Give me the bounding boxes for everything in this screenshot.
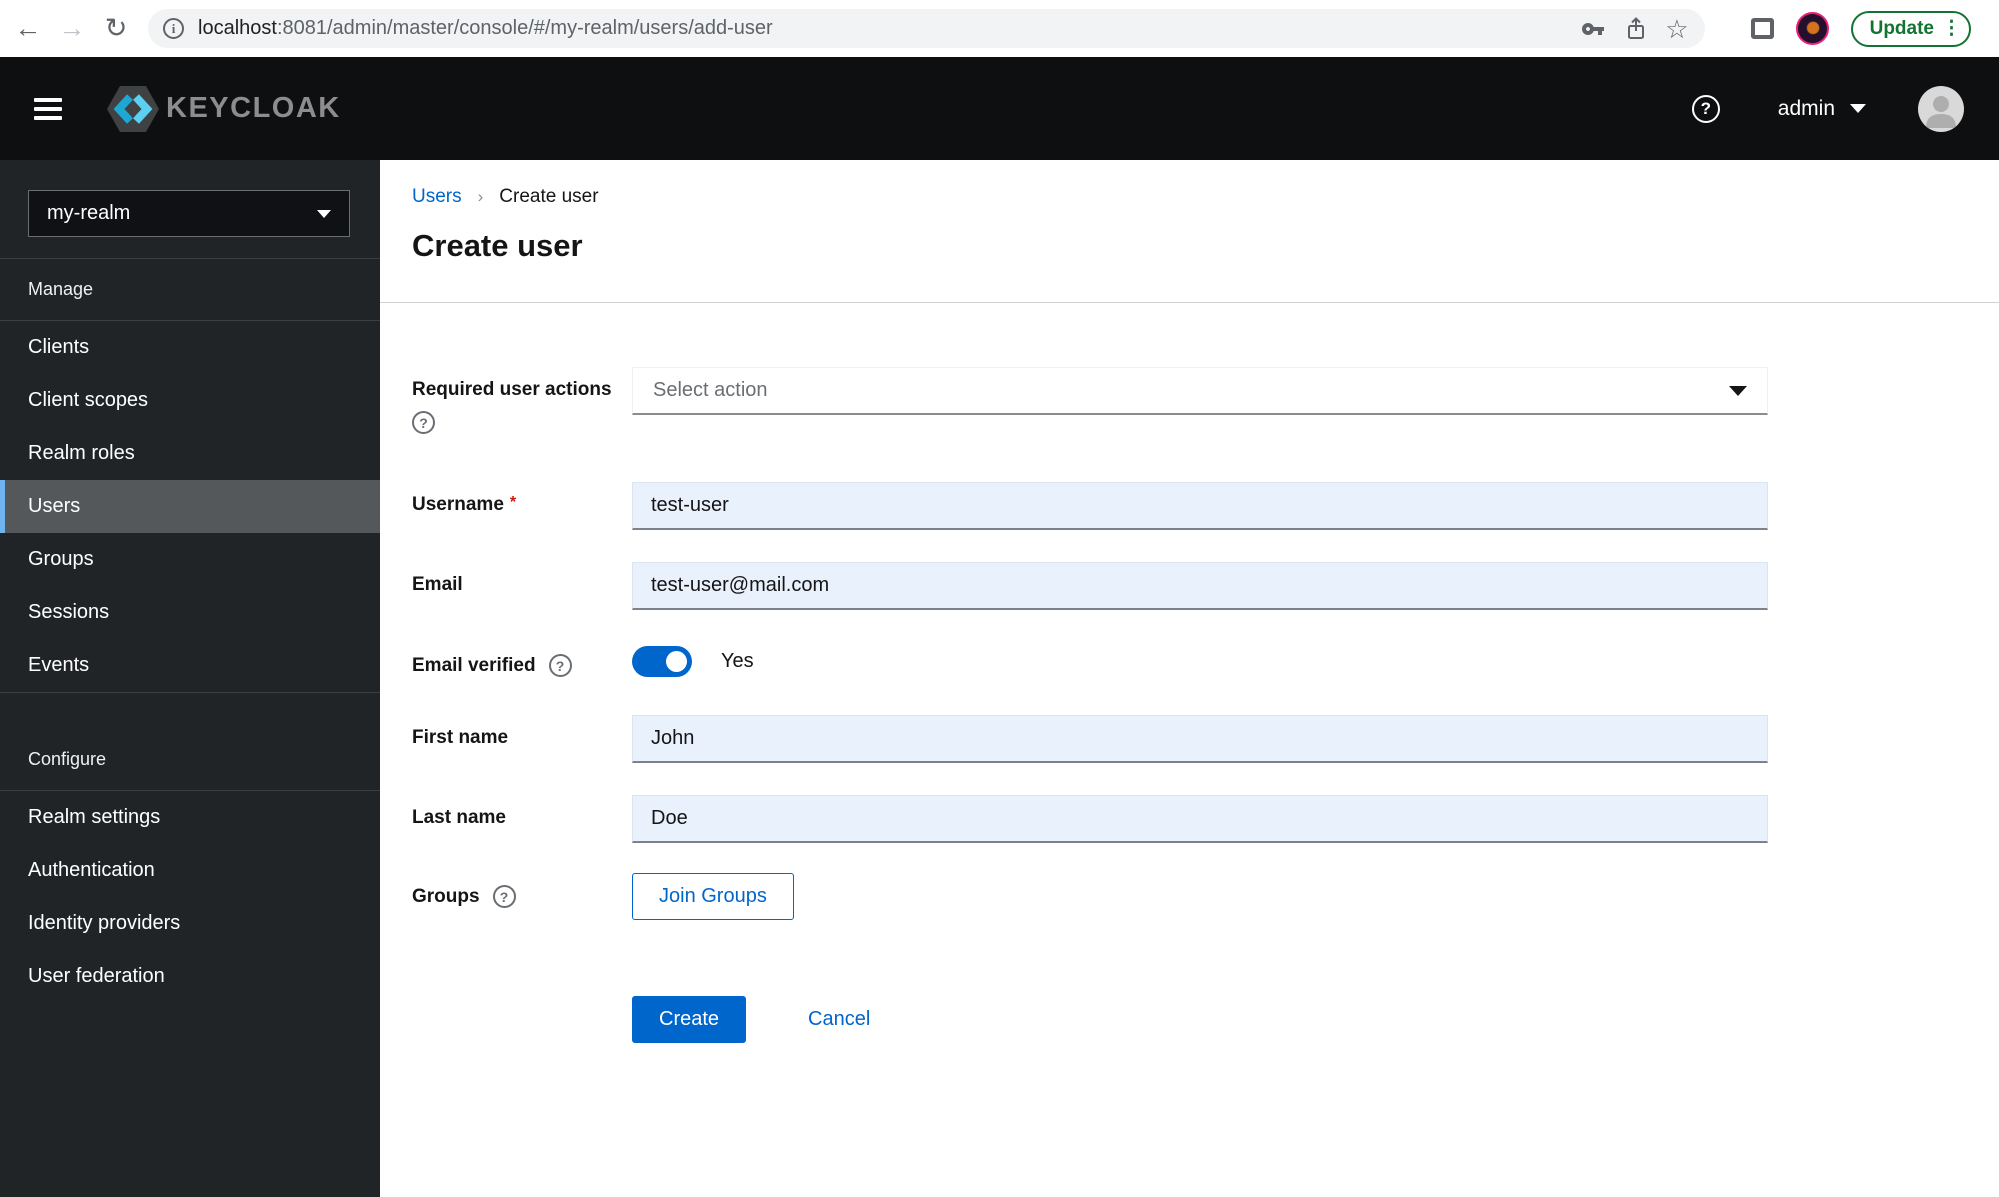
user-avatar[interactable] <box>1918 85 1964 132</box>
bookmark-star-icon[interactable]: ☆ <box>1665 16 1688 42</box>
sidebar: my-realm Manage Clients Client scopes Re… <box>0 160 380 1197</box>
email-verified-toggle[interactable] <box>632 646 692 677</box>
update-label: Update <box>1869 17 1934 39</box>
sidebar-item-sessions[interactable]: Sessions <box>0 586 380 639</box>
sidebar-item-realm-roles[interactable]: Realm roles <box>0 427 380 480</box>
create-button[interactable]: Create <box>632 996 747 1043</box>
username-input[interactable] <box>632 482 1768 530</box>
browser-reload-icon[interactable]: ↻ <box>94 15 138 42</box>
email-label: Email <box>412 574 463 595</box>
sidebar-item-events[interactable]: Events <box>0 639 380 692</box>
url-text[interactable]: localhost:8081/admin/master/console/#/my… <box>198 17 1561 40</box>
last-name-label: Last name <box>412 807 506 828</box>
browser-toolbar: ← → ↻ i localhost:8081/admin/master/cons… <box>0 0 1999 57</box>
username-label: Username * <box>412 494 517 515</box>
browser-menu-icon[interactable]: ⋮ <box>1942 17 1961 40</box>
first-name-input[interactable] <box>632 715 1768 763</box>
select-placeholder: Select action <box>653 379 768 401</box>
required-user-actions-help-icon[interactable]: ? <box>412 411 435 434</box>
form-actions: Create Cancel <box>412 996 1768 1043</box>
required-user-actions-select[interactable]: Select action <box>632 367 1768 415</box>
share-icon[interactable] <box>1625 16 1647 41</box>
groups-label: Groups ? <box>412 873 632 920</box>
sidebar-item-users[interactable]: Users <box>0 480 380 533</box>
title-divider <box>380 302 1999 303</box>
realm-selector[interactable]: my-realm <box>28 190 350 237</box>
password-key-icon[interactable] <box>1581 17 1605 41</box>
breadcrumb-chevron-icon: › <box>477 187 484 206</box>
masthead: KEYCLOAK ? admin <box>0 57 1999 160</box>
sidebar-section-configure: Configure <box>0 729 380 791</box>
last-name-input[interactable] <box>632 795 1768 843</box>
chevron-down-icon <box>1850 104 1866 113</box>
main-content: Users › Create user Create user Required… <box>380 160 1999 1197</box>
email-verified-state: Yes <box>721 650 754 672</box>
user-menu-label: admin <box>1777 96 1835 120</box>
browser-forward-icon[interactable]: → <box>50 15 94 42</box>
keycloak-logo[interactable]: KEYCLOAK <box>106 85 341 133</box>
address-bar[interactable]: i localhost:8081/admin/master/console/#/… <box>148 9 1705 48</box>
sidebar-item-authentication[interactable]: Authentication <box>0 844 380 897</box>
join-groups-button[interactable]: Join Groups <box>632 873 794 920</box>
groups-help-icon[interactable]: ? <box>492 885 516 908</box>
site-info-icon[interactable]: i <box>163 18 184 39</box>
sidebar-item-client-scopes[interactable]: Client scopes <box>0 374 380 427</box>
toggle-knob <box>666 651 687 672</box>
user-menu[interactable]: admin <box>1778 97 1866 121</box>
chevron-down-icon <box>1729 385 1747 396</box>
email-input[interactable] <box>632 562 1768 610</box>
breadcrumb: Users › Create user <box>412 186 1999 208</box>
breadcrumb-current: Create user <box>499 186 599 207</box>
side-panel-icon[interactable] <box>1750 18 1774 39</box>
nav-toggle-hamburger-icon[interactable] <box>34 97 62 120</box>
sidebar-item-clients[interactable]: Clients <box>0 321 380 374</box>
sidebar-item-realm-settings[interactable]: Realm settings <box>0 791 380 844</box>
email-verified-label: Email verified ? <box>412 642 632 677</box>
sidebar-divider <box>0 692 380 729</box>
sidebar-item-groups[interactable]: Groups <box>0 533 380 586</box>
browser-update-button[interactable]: Update ⋮ <box>1850 10 1971 47</box>
browser-back-icon[interactable]: ← <box>6 15 50 42</box>
create-user-form: Required user actions ? Select action Us… <box>412 367 1768 1043</box>
email-verified-help-icon[interactable]: ? <box>548 654 572 677</box>
browser-profile-avatar[interactable] <box>1795 12 1829 45</box>
realm-selector-value: my-realm <box>47 202 131 224</box>
page-title: Create user <box>412 228 583 263</box>
sidebar-item-user-federation[interactable]: User federation <box>0 950 380 1003</box>
required-asterisk: * <box>509 494 517 511</box>
chevron-down-icon <box>317 209 331 218</box>
url-path: :8081/admin/master/console/#/my-realm/us… <box>276 17 773 39</box>
cancel-link[interactable]: Cancel <box>808 1008 870 1031</box>
sidebar-item-identity-providers[interactable]: Identity providers <box>0 897 380 950</box>
keycloak-hexagon-icon <box>107 85 159 132</box>
first-name-label: First name <box>412 727 509 748</box>
breadcrumb-users-link[interactable]: Users <box>412 186 462 208</box>
required-user-actions-label: Required user actions ? <box>412 367 632 434</box>
sidebar-section-manage: Manage <box>0 259 380 321</box>
brand-text: KEYCLOAK <box>166 92 341 124</box>
url-host: localhost <box>198 17 277 39</box>
help-icon[interactable]: ? <box>1691 94 1720 123</box>
